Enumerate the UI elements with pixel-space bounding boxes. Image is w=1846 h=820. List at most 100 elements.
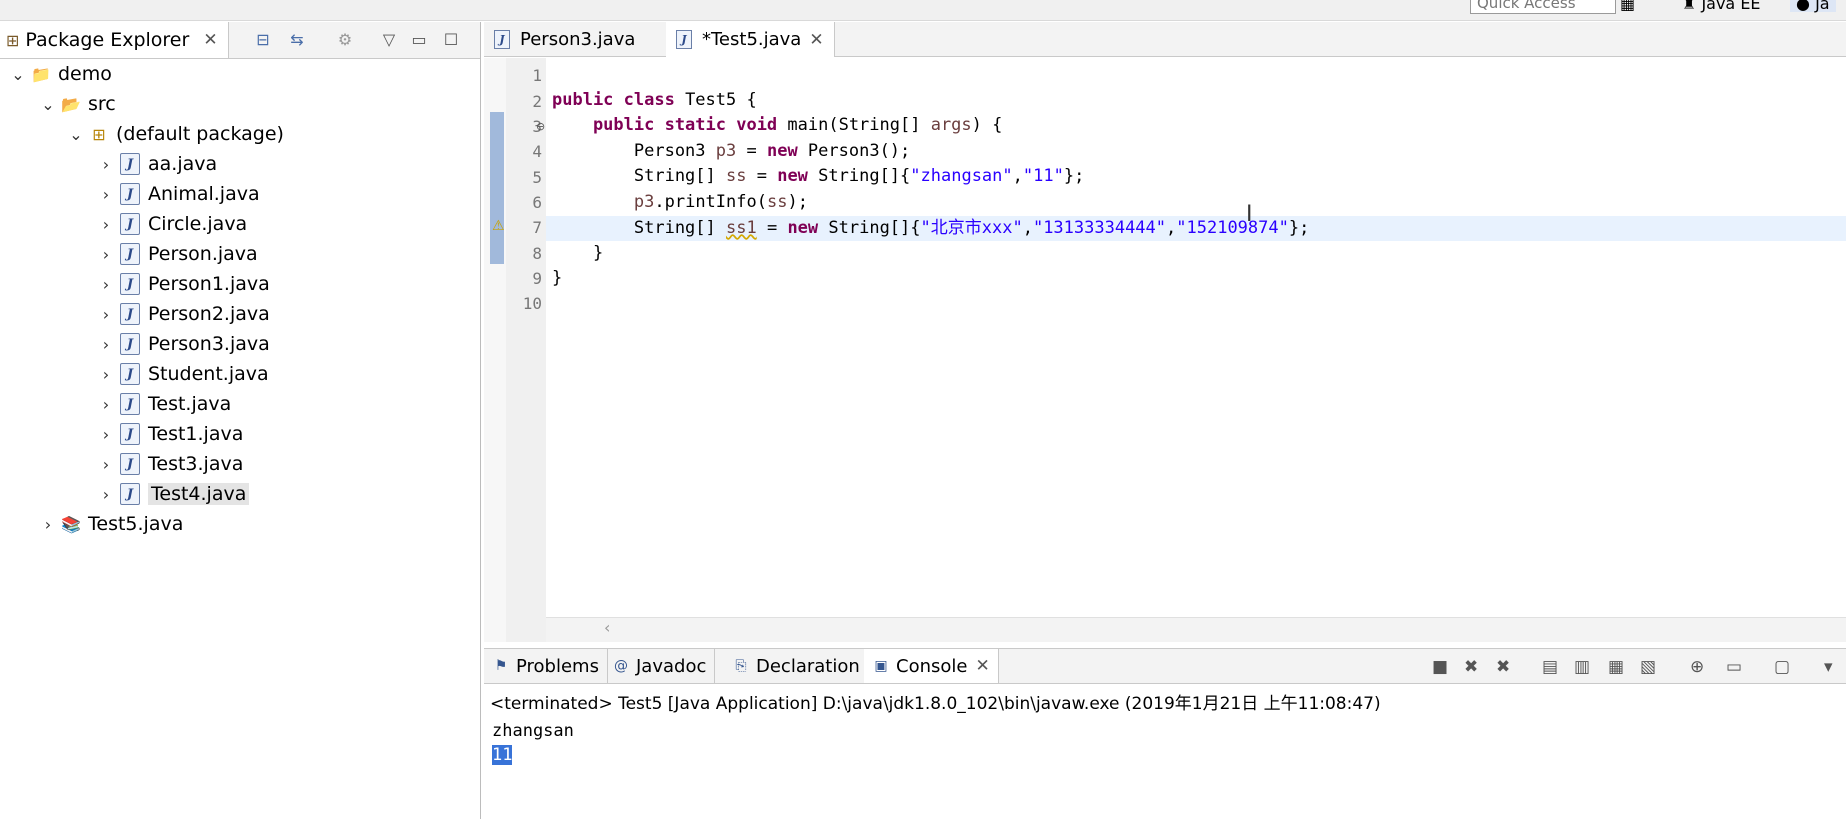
- line-number: 10: [522, 294, 542, 313]
- minimize-icon[interactable]: ▭: [408, 28, 430, 50]
- link-with-editor-icon[interactable]: ⇆: [286, 28, 308, 50]
- scroll-left-icon[interactable]: ‹: [604, 618, 610, 637]
- warning-icon[interactable]: ⚠: [492, 218, 505, 234]
- chevron-right-icon[interactable]: ›: [96, 335, 116, 354]
- tree-node-default-package[interactable]: ⌄ ⊞ (default package): [66, 120, 284, 148]
- perspective-java[interactable]: ● Ja: [1790, 0, 1836, 12]
- chevron-right-icon[interactable]: ›: [38, 515, 58, 534]
- show-on-stdout-icon[interactable]: ▦: [1608, 657, 1624, 677]
- tab-problems[interactable]: ⚑ Problems: [484, 649, 608, 683]
- chevron-right-icon[interactable]: ›: [96, 245, 116, 264]
- fold-collapse-icon[interactable]: ⊖: [536, 120, 545, 133]
- code-text-area[interactable]: public class Test5 { public static void …: [546, 58, 1846, 642]
- pin-console-icon[interactable]: ⊕: [1690, 657, 1704, 677]
- code-line-6: p3.printInfo(ss);: [633, 192, 808, 212]
- tab-label: Declaration: [756, 655, 860, 677]
- maximize-icon[interactable]: ☐: [440, 28, 462, 50]
- chevron-down-icon[interactable]: ⌄: [8, 65, 28, 84]
- chevron-right-icon[interactable]: ›: [96, 215, 116, 234]
- view-menu-chevron-icon[interactable]: ▽: [378, 28, 400, 50]
- collapse-all-icon[interactable]: ⊟: [252, 28, 274, 50]
- tree-node-file[interactable]: › J Test3.java: [96, 450, 243, 478]
- console-header: <terminated> Test5 [Java Application] D:…: [490, 694, 1381, 714]
- java-file-icon: J: [120, 453, 140, 475]
- code-line-9: }: [552, 268, 563, 288]
- console-output-line-selected: 11: [492, 745, 513, 765]
- tab-label: Person3.java: [520, 28, 636, 50]
- text-cursor-icon: I: [1246, 202, 1253, 227]
- tree-label: Test5.java: [88, 513, 184, 535]
- tree-node-file-selected[interactable]: › J Test4.java: [96, 480, 250, 508]
- terminate-icon[interactable]: ■: [1432, 657, 1448, 677]
- chevron-right-icon[interactable]: ›: [96, 485, 116, 504]
- tree-label: Circle.java: [148, 213, 248, 235]
- tree-label: Animal.java: [148, 183, 260, 205]
- tree-node-file[interactable]: › J Person3.java: [96, 330, 270, 358]
- chevron-right-icon[interactable]: ›: [96, 455, 116, 474]
- tab-console[interactable]: ▣ Console ✕: [864, 649, 999, 683]
- clear-console-icon[interactable]: ▤: [1542, 657, 1558, 677]
- perspective-java-label: Ja: [1815, 0, 1830, 13]
- tab-person3-java[interactable]: J Person3.java: [484, 22, 685, 56]
- java-file-icon: J: [676, 30, 692, 49]
- chevron-right-icon[interactable]: ›: [96, 155, 116, 174]
- tree-label: (default package): [116, 123, 284, 145]
- tree-node-file[interactable]: › J Test.java: [96, 390, 231, 418]
- tree-node-file[interactable]: › J Student.java: [96, 360, 269, 388]
- close-icon[interactable]: ✕: [203, 30, 217, 50]
- tree-node-file[interactable]: › J Circle.java: [96, 210, 247, 238]
- tree-node-demo[interactable]: ⌄ 📁 demo: [8, 60, 112, 88]
- display-console-icon[interactable]: ▭: [1726, 657, 1742, 677]
- tree-node-file[interactable]: › J Person.java: [96, 240, 258, 268]
- tree-node-file[interactable]: › J Person1.java: [96, 270, 270, 298]
- chevron-down-icon[interactable]: ⌄: [38, 95, 58, 114]
- chevron-right-icon[interactable]: ›: [96, 395, 116, 414]
- close-icon[interactable]: ✕: [975, 656, 989, 676]
- view-menu-chevron-icon[interactable]: ▾: [1824, 657, 1833, 677]
- java-file-icon: J: [120, 273, 140, 295]
- tab-declaration[interactable]: ⎘ Declaration: [724, 649, 869, 683]
- perspective-javaee[interactable]: ♜ Java EE: [1682, 0, 1761, 12]
- tree-label: Test3.java: [148, 453, 244, 475]
- remove-launch-icon[interactable]: ✖: [1464, 657, 1478, 677]
- tab-test5-java[interactable]: J *Test5.java ✕: [666, 22, 835, 57]
- line-number: 9: [532, 269, 542, 288]
- tab-javadoc[interactable]: @ Javadoc: [604, 649, 716, 683]
- package-explorer-tab[interactable]: ⊞ Package Explorer ✕: [0, 22, 229, 58]
- java-file-icon: J: [120, 333, 140, 355]
- tree-label: Person.java: [148, 243, 258, 265]
- code-line-8: }: [552, 243, 604, 263]
- quick-access-input[interactable]: Quick Access: [1470, 0, 1616, 14]
- show-on-stderr-icon[interactable]: ▧: [1640, 657, 1656, 677]
- javaee-icon: ♜: [1682, 0, 1697, 13]
- new-console-icon[interactable]: ▢: [1774, 657, 1790, 677]
- scroll-lock-icon[interactable]: ▥: [1574, 657, 1590, 677]
- tree-node-file[interactable]: › Jaa.java: [96, 150, 217, 178]
- filter-icon[interactable]: ⚙: [334, 28, 356, 50]
- chevron-right-icon[interactable]: ›: [96, 185, 116, 204]
- tree-node-jre-library[interactable]: › 📚 Test5.java: [38, 510, 189, 538]
- chevron-right-icon[interactable]: ›: [96, 275, 116, 294]
- tree-label: src: [88, 93, 116, 115]
- editor-tabbar: J Person3.java J *Test5.java ✕: [484, 22, 1846, 57]
- perspective-switcher-icon[interactable]: ▦: [1620, 0, 1635, 12]
- chevron-down-icon[interactable]: ⌄: [66, 125, 86, 144]
- source-folder-icon: 📂: [61, 94, 81, 114]
- problems-icon: ⚑: [494, 658, 508, 674]
- chevron-right-icon[interactable]: ›: [96, 305, 116, 324]
- java-file-icon: J: [120, 303, 140, 325]
- horizontal-scrollbar[interactable]: ‹: [546, 617, 1846, 642]
- tree-node-src[interactable]: ⌄ 📂 src: [38, 90, 116, 118]
- editor-area: J Person3.java J *Test5.java ✕ 1 2 3 4 5…: [484, 22, 1846, 642]
- chevron-right-icon[interactable]: ›: [96, 425, 116, 444]
- chevron-right-icon[interactable]: ›: [96, 365, 116, 384]
- tree-node-file[interactable]: › J Test1.java: [96, 420, 243, 448]
- package-explorer-icon: ⊞: [6, 30, 20, 50]
- line-number: 8: [532, 244, 542, 263]
- remove-all-icon[interactable]: ✖: [1496, 657, 1510, 677]
- tree-label: Test.java: [148, 393, 232, 415]
- close-icon[interactable]: ✕: [809, 30, 823, 50]
- tree-node-file[interactable]: › J Animal.java: [96, 180, 260, 208]
- declaration-icon: ⎘: [735, 658, 747, 674]
- tree-node-file[interactable]: › J Person2.java: [96, 300, 270, 328]
